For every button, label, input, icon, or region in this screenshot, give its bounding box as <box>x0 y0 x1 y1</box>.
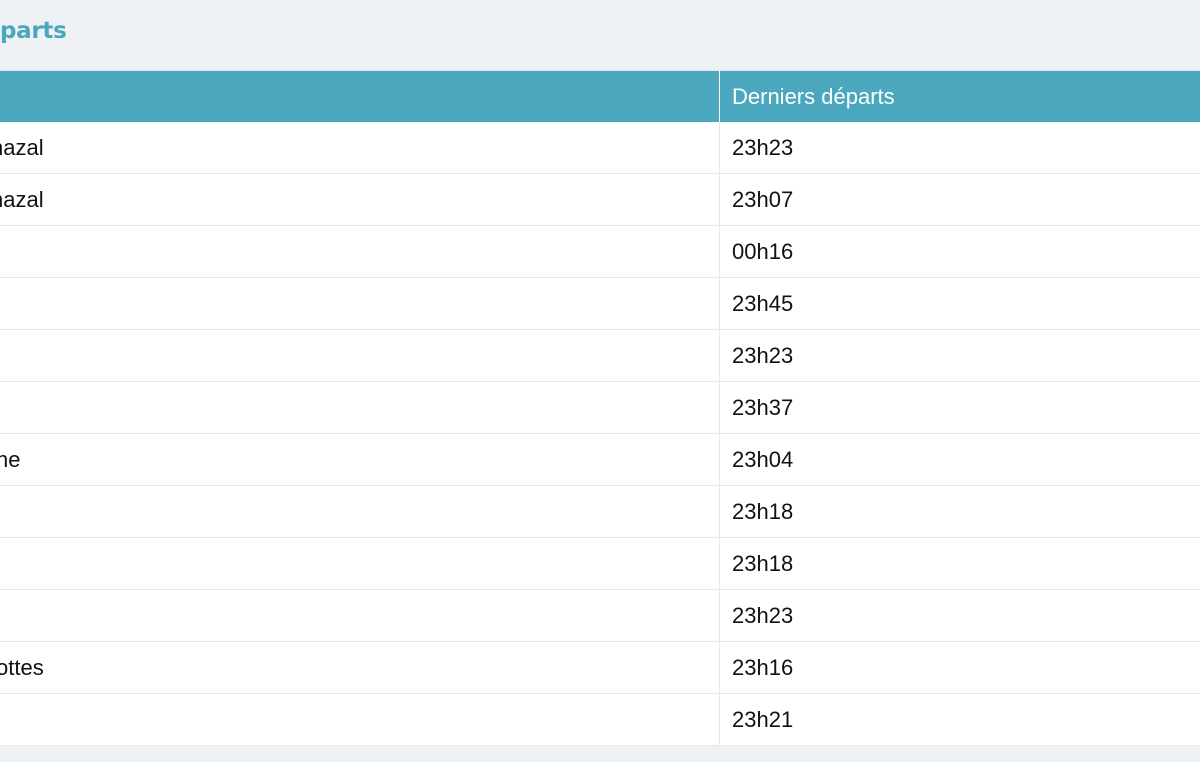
time-cell: 23h45 <box>720 278 1200 329</box>
line-cell: hazal <box>0 122 720 173</box>
line-cell <box>0 330 720 381</box>
table-row: hazal 23h23 <box>0 122 1200 174</box>
time-cell: 23h04 <box>720 434 1200 485</box>
departure-time: 23h04 <box>732 447 794 472</box>
column-header-last-departures-label: Derniers départs <box>732 84 895 109</box>
table-row: hazal 23h07 <box>0 174 1200 226</box>
table-row: 23h23 <box>0 590 1200 642</box>
departure-time: 23h18 <box>732 551 794 576</box>
time-cell: 23h18 <box>720 538 1200 589</box>
line-cell <box>0 694 720 745</box>
time-cell: 00h16 <box>720 226 1200 277</box>
time-cell: 23h07 <box>720 174 1200 225</box>
time-cell: 23h23 <box>720 122 1200 173</box>
line-cell: ne <box>0 434 720 485</box>
line-cell <box>0 226 720 277</box>
table-row: 23h18 <box>0 486 1200 538</box>
time-cell: 23h18 <box>720 486 1200 537</box>
table-row: ne 23h04 <box>0 434 1200 486</box>
section-title: parts <box>0 18 67 44</box>
line-cell: ottes <box>0 642 720 693</box>
table-row: 23h21 <box>0 694 1200 746</box>
line-name: hazal <box>0 187 44 212</box>
line-cell <box>0 538 720 589</box>
departure-time: 00h16 <box>732 239 794 264</box>
departure-time: 23h07 <box>732 187 794 212</box>
departure-time: 23h23 <box>732 135 794 160</box>
page-bottom-margin <box>0 747 1200 762</box>
time-cell: 23h21 <box>720 694 1200 745</box>
line-cell <box>0 486 720 537</box>
time-cell: 23h23 <box>720 590 1200 641</box>
line-cell <box>0 382 720 433</box>
table-row: 00h16 <box>0 226 1200 278</box>
time-cell: 23h16 <box>720 642 1200 693</box>
table-row: 23h18 <box>0 538 1200 590</box>
table-row: ottes 23h16 <box>0 642 1200 694</box>
departure-time: 23h16 <box>732 655 794 680</box>
column-header-line <box>0 71 720 122</box>
line-cell <box>0 590 720 641</box>
line-name: ottes <box>0 655 44 680</box>
departures-table: Derniers départs hazal 23h23 hazal 23h07… <box>0 70 1200 746</box>
table-row: 23h23 <box>0 330 1200 382</box>
line-name: ne <box>0 447 21 472</box>
table-header-row: Derniers départs <box>0 71 1200 122</box>
line-cell <box>0 278 720 329</box>
time-cell: 23h37 <box>720 382 1200 433</box>
departure-time: 23h37 <box>732 395 794 420</box>
line-cell: hazal <box>0 174 720 225</box>
column-header-last-departures: Derniers départs <box>720 71 1200 122</box>
line-name: hazal <box>0 135 44 160</box>
departure-time: 23h23 <box>732 603 794 628</box>
departure-time: 23h23 <box>732 343 794 368</box>
departure-time: 23h45 <box>732 291 794 316</box>
departure-time: 23h21 <box>732 707 794 732</box>
time-cell: 23h23 <box>720 330 1200 381</box>
table-row: 23h45 <box>0 278 1200 330</box>
departure-time: 23h18 <box>732 499 794 524</box>
table-row: 23h37 <box>0 382 1200 434</box>
